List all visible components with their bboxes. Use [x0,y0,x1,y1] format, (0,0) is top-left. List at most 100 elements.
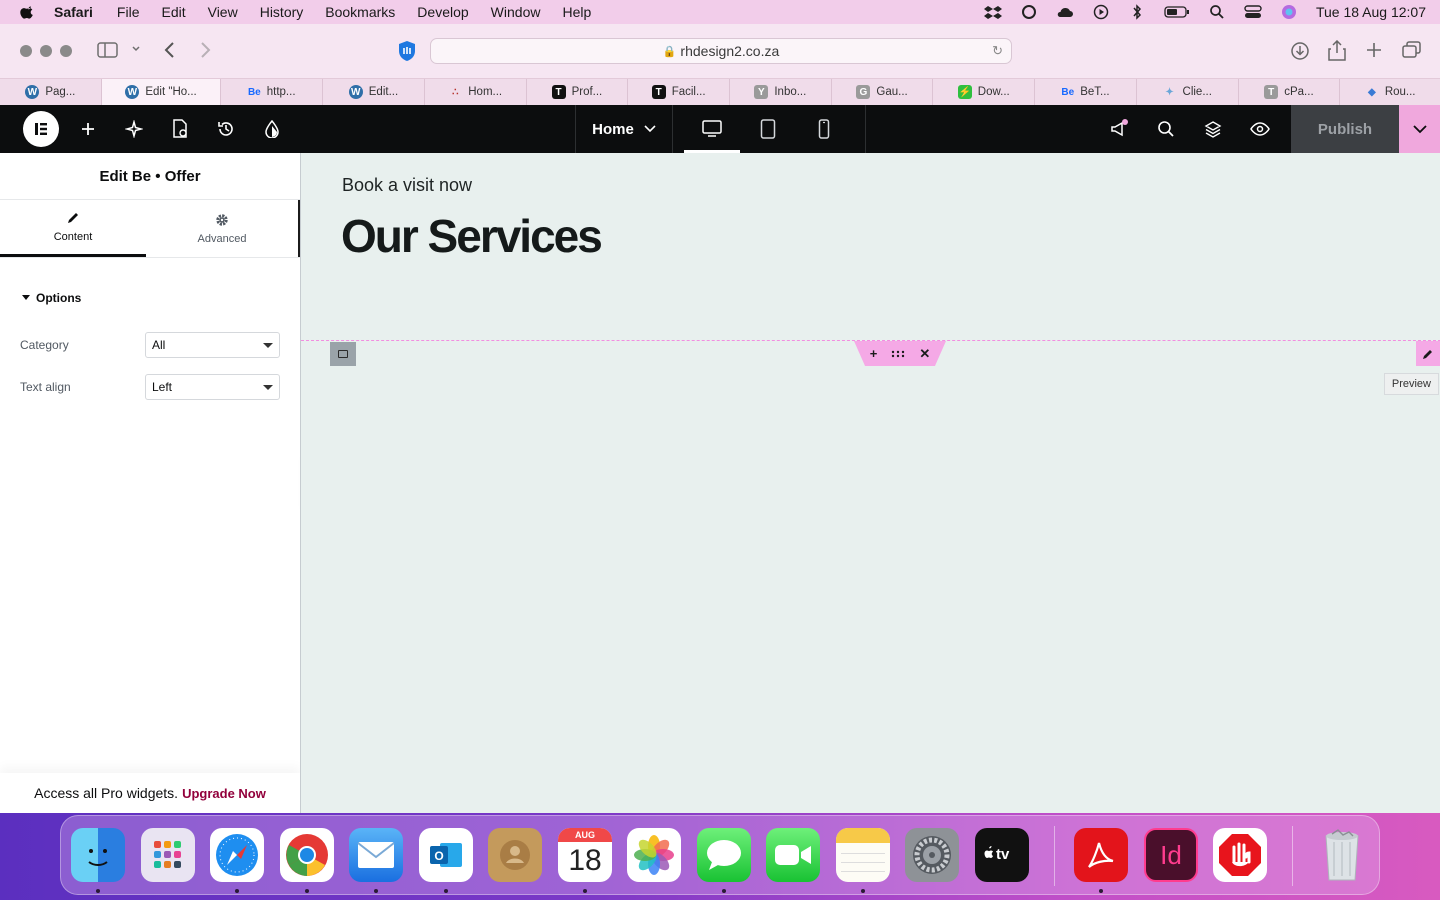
text-align-select[interactable]: Left [145,374,280,400]
container-handle[interactable] [330,342,356,366]
system-preferences-icon[interactable] [905,828,959,882]
menu-app-name[interactable]: Safari [54,4,93,20]
cloud-icon[interactable] [1056,4,1074,20]
play-icon[interactable] [1092,4,1110,20]
menu-develop[interactable]: Develop [417,4,468,20]
desktop-view-icon[interactable] [684,105,740,153]
browser-tab[interactable]: T Prof... [527,79,629,105]
close-window-button[interactable] [20,45,32,57]
browser-tab[interactable]: ✦ Clie... [1137,79,1239,105]
chevron-down-icon[interactable] [131,44,141,54]
share-icon[interactable] [1328,40,1346,61]
menu-bookmarks[interactable]: Bookmarks [325,4,395,20]
spotlight-search-icon[interactable] [1208,4,1226,20]
behance-icon: Be [247,86,261,98]
battery-icon[interactable] [1164,4,1190,20]
browser-tab[interactable]: W Pag... [0,79,102,105]
tablet-view-icon[interactable] [740,105,796,153]
menu-view[interactable]: View [208,4,238,20]
add-element-icon[interactable] [65,105,111,153]
mobile-view-icon[interactable] [796,105,852,153]
siri-icon[interactable] [1280,4,1298,20]
messages-icon[interactable] [697,828,751,882]
site-settings-drop-icon[interactable] [249,105,295,153]
upgrade-now-link[interactable]: Upgrade Now [182,786,266,801]
browser-tab[interactable]: Y Inbo... [730,79,832,105]
reload-icon[interactable]: ↻ [992,43,1003,59]
browser-tab[interactable]: G Gau... [832,79,934,105]
creative-cloud-icon[interactable] [1020,4,1038,20]
browser-tab[interactable]: Be http... [221,79,324,105]
downloads-icon[interactable] [1290,41,1310,61]
site-logo-icon: ∴ [452,86,459,98]
structure-layers-icon[interactable] [1189,105,1236,153]
menu-help[interactable]: Help [562,4,591,20]
edit-widget-pencil-icon[interactable] [1416,341,1440,366]
outlook-icon[interactable]: O [419,828,473,882]
tab-overview-icon[interactable] [1402,41,1422,59]
section-options-toggle[interactable]: Options [0,258,300,338]
preview-eye-icon[interactable] [1236,105,1283,153]
launchpad-icon[interactable] [141,828,195,882]
page-selector[interactable]: Home [576,105,672,153]
trash-icon[interactable] [1315,828,1369,882]
new-tab-icon[interactable] [1365,41,1383,59]
dock-separator [1054,826,1055,886]
zoom-window-button[interactable] [60,45,72,57]
browser-tab[interactable]: ⚡ Dow... [933,79,1036,105]
notifications-megaphone-icon[interactable] [1095,105,1142,153]
publish-options-button[interactable] [1399,105,1440,153]
browser-tab[interactable]: T Facil... [628,79,730,105]
search-icon[interactable] [1142,105,1189,153]
ai-sparkle-icon[interactable] [111,105,157,153]
calendar-icon[interactable]: AUG 18 [558,828,612,882]
minimize-window-button[interactable] [40,45,52,57]
tab-advanced[interactable]: Advanced [146,200,300,257]
menu-file[interactable]: File [117,4,140,20]
apple-menu-icon[interactable] [18,4,38,20]
back-icon[interactable] [162,41,178,59]
indesign-icon[interactable]: Id [1144,828,1198,882]
adblock-icon[interactable] [1213,828,1267,882]
chrome-icon[interactable] [280,828,334,882]
publish-button[interactable]: Publish [1291,105,1399,153]
bluetooth-icon[interactable] [1128,4,1146,20]
control-center-icon[interactable] [1244,4,1262,20]
adblock-shield-icon[interactable] [397,40,417,62]
apple-tv-icon[interactable]: tv [975,828,1029,882]
browser-tab[interactable]: ∴ Hom... [425,79,527,105]
browser-tab[interactable]: TcPa... [1239,79,1341,105]
delete-section-icon[interactable]: ✕ [919,346,930,362]
pencil-icon [68,213,78,223]
photos-icon[interactable] [627,828,681,882]
dropbox-icon[interactable] [983,4,1002,20]
browser-tab-active[interactable]: W Edit "Ho... [101,79,222,105]
menu-edit[interactable]: Edit [161,4,185,20]
menu-window[interactable]: Window [491,4,541,20]
acrobat-icon[interactable] [1074,828,1128,882]
finder-icon[interactable] [71,828,125,882]
menu-history[interactable]: History [260,4,304,20]
mail-icon[interactable] [349,828,403,882]
elementor-logo-icon[interactable] [23,111,59,147]
clock[interactable]: Tue 18 Aug 12:07 [1316,4,1426,20]
page-settings-icon[interactable] [157,105,203,153]
facetime-icon[interactable] [766,828,820,882]
address-bar[interactable]: 🔒 rhdesign2.co.za ↻ [430,38,1012,64]
services-kicker[interactable]: Book a visit now [342,175,472,196]
history-icon[interactable] [203,105,249,153]
browser-tab[interactable]: W Edit... [323,79,425,105]
selected-section-outline[interactable] [301,340,1440,813]
category-select[interactable]: All [145,332,280,358]
services-heading[interactable]: Our Services [341,209,603,263]
safari-icon[interactable] [210,828,264,882]
browser-tab[interactable]: ◆ Rou... [1340,79,1440,105]
browser-tab[interactable]: Be BeT... [1035,79,1137,105]
contacts-icon[interactable] [488,828,542,882]
forward-icon[interactable] [197,41,213,59]
notes-icon[interactable] [836,828,890,882]
add-section-icon[interactable]: + [870,346,878,361]
drag-handle-icon[interactable] [891,346,905,361]
sidebar-toggle-icon[interactable] [97,41,118,59]
tab-content[interactable]: Content [0,200,146,257]
